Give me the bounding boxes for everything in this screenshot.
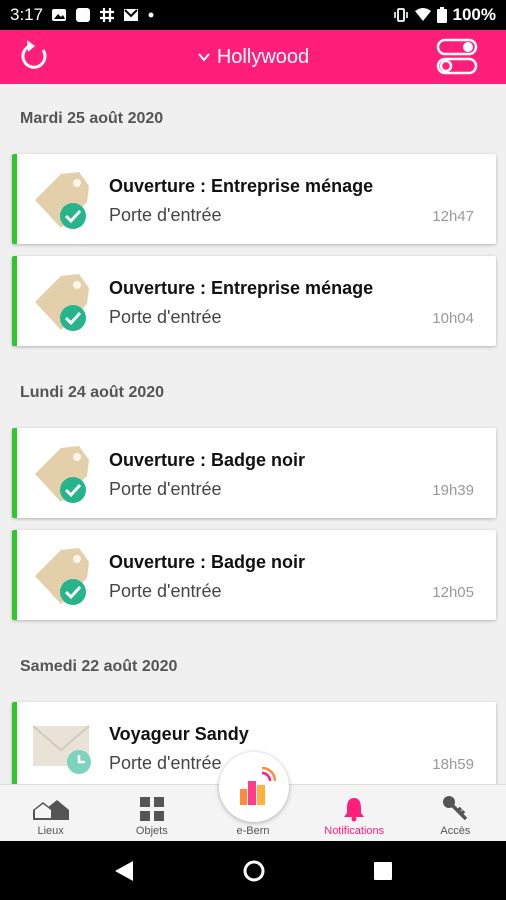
nav-notifications[interactable]: Notifications [304,785,405,841]
notifications-list[interactable]: Mardi 25 août 2020 Ouverture : Entrepris… [0,84,506,784]
nav-label: Lieux [37,825,64,837]
slack-icon [100,8,115,22]
tag-check-icon [35,446,89,503]
battery-level: 100% [452,5,496,24]
tag-check-icon [35,172,89,229]
status-time: 3:17 [10,5,44,24]
notification-title: Ouverture : Entreprise ménage [109,278,374,298]
nav-label: Objets [135,825,168,837]
location-selector[interactable]: Hollywood [197,46,309,69]
date-header: Lundi 24 août 2020 [20,384,165,401]
image-icon [52,9,67,21]
houses-icon [32,800,69,820]
refresh-icon[interactable] [18,39,50,75]
battery-icon [436,7,447,23]
app-square-icon [76,8,91,22]
notification-time: 18h59 [432,756,474,773]
key-icon [443,796,468,821]
notification-title: Ouverture : Badge noir [109,450,306,470]
notification-card[interactable]: Ouverture : Badge noir Porte d'entrée 12… [12,530,496,620]
back-icon[interactable] [113,859,135,883]
location-name: Hollywood [216,45,310,68]
notification-time: 10h04 [432,310,474,327]
nav-label: Notifications [324,825,385,837]
ebern-logo-icon [240,767,276,805]
app-bar: Hollywood [0,30,506,84]
notification-time: 12h05 [432,584,474,601]
gmail-icon [124,9,139,21]
notification-card[interactable]: Ouverture : Entreprise ménage Porte d'en… [12,256,496,346]
notification-title: Ouverture : Entreprise ménage [109,176,374,196]
home-icon[interactable] [242,859,266,883]
tag-check-icon [35,274,89,331]
notification-title: Ouverture : Badge noir [109,552,306,572]
date-header: Samedi 22 août 2020 [20,658,178,675]
notification-subtitle: Porte d'entrée [109,307,222,327]
notification-card[interactable]: Ouverture : Entreprise ménage Porte d'en… [12,154,496,244]
nav-label: Accès [440,825,471,837]
notification-time: 19h39 [432,482,474,499]
vibrate-icon [393,8,408,22]
wifi-icon [414,8,431,21]
date-header: Mardi 25 août 2020 [20,110,164,127]
notification-subtitle: Porte d'entrée [109,753,222,773]
chevron-down-icon [198,53,210,62]
status-bar: 3:17 100% [0,0,506,30]
grid-icon [139,797,164,821]
notification-subtitle: Porte d'entrée [109,581,222,601]
notification-card[interactable]: Ouverture : Badge noir Porte d'entrée 19… [12,428,496,518]
toggle-settings-icon[interactable] [436,38,478,76]
ebern-button[interactable] [219,752,289,822]
nav-label: e-Bern [236,825,270,837]
system-nav-bar [0,841,506,900]
notification-subtitle: Porte d'entrée [109,479,222,499]
nav-lieux[interactable]: Lieux [0,785,101,841]
nav-objets[interactable]: Objets [101,785,202,841]
envelope-clock-icon [32,725,91,774]
recents-icon[interactable] [373,861,393,881]
nav-acces[interactable]: Accès [405,785,506,841]
notification-title: Voyageur Sandy [109,724,249,744]
dot-icon [148,12,154,18]
notification-subtitle: Porte d'entrée [109,205,222,225]
notification-time: 12h47 [432,208,474,225]
tag-check-icon [35,548,89,605]
bell-icon [344,798,365,822]
